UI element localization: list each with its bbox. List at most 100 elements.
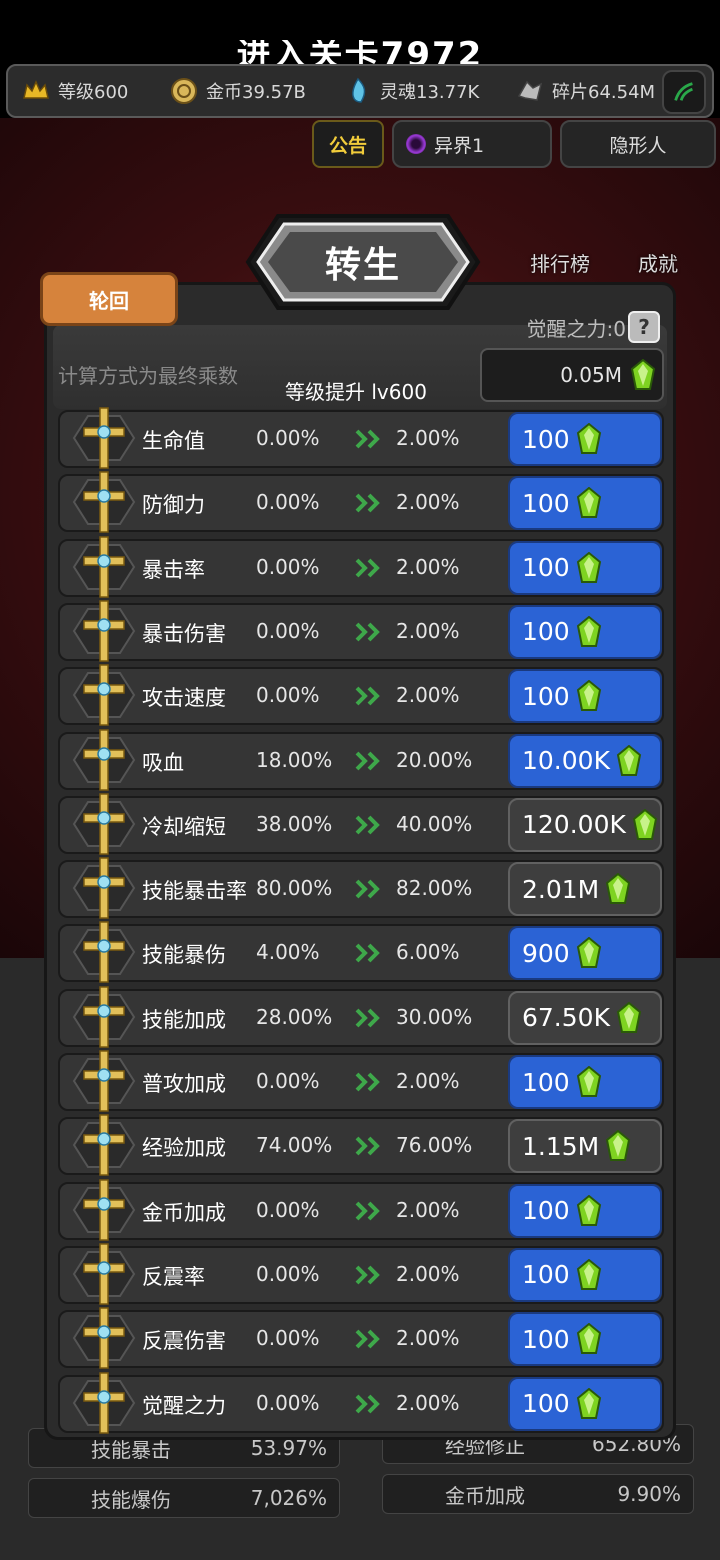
double-chevron-icon — [354, 556, 386, 580]
double-chevron-icon — [354, 941, 386, 965]
stat-row: 反震率 0.00% 2.00% 100 — [58, 1243, 664, 1305]
bg-stat-value: 9.90% — [617, 1482, 681, 1506]
bg-stat-label: 技能爆伤 — [91, 1487, 171, 1512]
cross-emblem-icon — [66, 920, 142, 984]
stat-next: 82.00% — [396, 876, 473, 901]
resource-bar: 等级600 金币39.57B 灵魂13.77K 碎片64.54M — [6, 64, 714, 118]
green-gem-icon — [616, 744, 642, 777]
awaken-power-label: 觉醒之力:0 — [526, 317, 626, 341]
stat-row: 暴击伤害 0.00% 2.00% 100 — [58, 600, 664, 662]
green-gem-icon — [576, 937, 602, 969]
stat-next: 2.00% — [396, 1326, 460, 1351]
upgrade-button[interactable]: 900 — [508, 926, 662, 981]
resource-soul: 灵魂13.77K — [342, 66, 479, 116]
upgrade-button[interactable]: 10.00K — [508, 733, 662, 788]
upgrade-button[interactable]: 100 — [508, 604, 662, 659]
bg-stat-row: 金币加成 9.90% — [382, 1474, 694, 1514]
stat-name: 觉醒之力 — [142, 1393, 226, 1418]
resource-shard: 碎片64.54M — [514, 66, 655, 116]
double-chevron-icon — [354, 1134, 386, 1158]
tab-notice[interactable]: 公告 — [312, 120, 384, 168]
upgrade-cost: 100 — [522, 424, 570, 454]
stat-name: 技能暴击率 — [142, 879, 247, 904]
upgrade-button[interactable]: 100 — [508, 412, 662, 466]
upgrade-button[interactable]: 100 — [508, 476, 662, 531]
upgrade-button[interactable]: 100 — [508, 540, 662, 595]
stat-name: 暴击率 — [142, 557, 205, 582]
stage-title: 进入关卡7972 — [236, 40, 484, 64]
stat-row: 技能暴伤 4.00% 6.00% 900 — [58, 921, 664, 984]
upgrade-button[interactable]: 100 — [508, 1247, 662, 1302]
upgrade-button[interactable]: 100 — [508, 1183, 662, 1238]
green-gem-icon — [616, 1001, 642, 1034]
stat-row: 金币加成 0.00% 2.00% 100 — [58, 1178, 664, 1241]
upgrade-cost: 1.15M — [522, 1131, 600, 1161]
stat-current: 80.00% — [256, 876, 333, 901]
stat-next: 2.00% — [396, 1261, 460, 1286]
stat-name: 生命值 — [142, 429, 205, 453]
resource-level: 等级600 — [20, 66, 128, 116]
tab-invisible[interactable]: 隐形人 — [560, 120, 716, 168]
double-chevron-icon — [354, 1070, 386, 1094]
upgrade-cost: 100 — [522, 617, 570, 647]
stat-next: 2.00% — [396, 554, 460, 579]
tab-other-world[interactable]: 异界1 — [392, 120, 552, 168]
bg-stat-label: 金币加成 — [445, 1483, 525, 1508]
upgrade-button[interactable]: 2.01M — [508, 862, 662, 917]
upgrade-cost: 2.01M — [522, 874, 600, 904]
upgrade-cost: 900 — [522, 938, 570, 968]
stat-current: 4.00% — [256, 940, 320, 965]
green-gem-icon — [576, 1258, 602, 1291]
stat-next: 6.00% — [396, 940, 460, 965]
calc-note: 计算方式为最终乘数 — [58, 364, 238, 388]
tab-reincarnation[interactable]: 轮回 — [40, 272, 178, 326]
cross-emblem-icon — [66, 792, 142, 856]
upgrade-button[interactable]: 100 — [508, 669, 662, 724]
upgrade-button[interactable]: 100 — [508, 1376, 662, 1431]
green-gem-icon — [630, 358, 656, 391]
upgrade-button[interactable]: 67.50K — [508, 990, 662, 1045]
cross-emblem-icon — [66, 1049, 142, 1113]
upgrade-cost: 100 — [522, 1067, 570, 1097]
upgrade-cost: 67.50K — [522, 1003, 610, 1033]
green-gem-icon — [576, 679, 602, 712]
upgrade-button[interactable]: 100 — [508, 1312, 662, 1367]
upgrade-button[interactable]: 100 — [508, 1055, 662, 1109]
stat-current: 0.00% — [256, 426, 320, 450]
double-chevron-icon — [354, 684, 386, 708]
stat-current: 38.00% — [256, 811, 333, 836]
level-up-cost-button[interactable]: 0.05M — [480, 348, 664, 402]
leaderboard-button[interactable]: 排行榜 — [530, 248, 590, 277]
stat-next: 2.00% — [396, 1069, 460, 1093]
double-chevron-icon — [354, 1392, 386, 1416]
help-button[interactable]: ? — [628, 311, 660, 343]
stat-name: 暴击伤害 — [142, 621, 226, 646]
stat-next: 2.00% — [396, 426, 460, 450]
green-gem-icon — [576, 551, 602, 584]
stat-row: 觉醒之力 0.00% 2.00% 100 — [58, 1371, 664, 1434]
cross-emblem-icon — [66, 1306, 142, 1370]
crown-icon — [20, 75, 52, 107]
stat-row: 吸血 18.00% 20.00% 10.00K — [58, 728, 664, 791]
stat-row: 反震伤害 0.00% 2.00% 100 — [58, 1307, 664, 1369]
upgrade-button[interactable]: 1.15M — [508, 1119, 662, 1174]
cross-emblem-icon — [66, 1242, 142, 1306]
upgrade-button[interactable]: 120.00K — [508, 797, 662, 852]
double-chevron-icon — [354, 1006, 386, 1030]
stat-next: 40.00% — [396, 811, 473, 836]
double-chevron-icon — [354, 813, 386, 837]
upgrade-cost: 100 — [522, 1196, 570, 1226]
stat-current: 0.00% — [256, 1197, 320, 1222]
signal-button[interactable] — [662, 70, 706, 114]
stat-next: 2.00% — [396, 490, 460, 515]
stat-next: 30.00% — [396, 1004, 473, 1029]
stat-current: 0.00% — [256, 1390, 320, 1415]
cross-emblem-icon — [66, 1178, 142, 1242]
stat-name: 反震率 — [142, 1264, 205, 1289]
achievement-button[interactable]: 成就 — [638, 248, 678, 277]
stat-row: 普攻加成 0.00% 2.00% 100 — [58, 1050, 664, 1112]
upgrade-cost: 100 — [522, 488, 570, 518]
green-gem-icon — [576, 1387, 602, 1420]
bg-stat-value: 7,026% — [250, 1486, 327, 1510]
green-gem-icon — [576, 615, 602, 648]
